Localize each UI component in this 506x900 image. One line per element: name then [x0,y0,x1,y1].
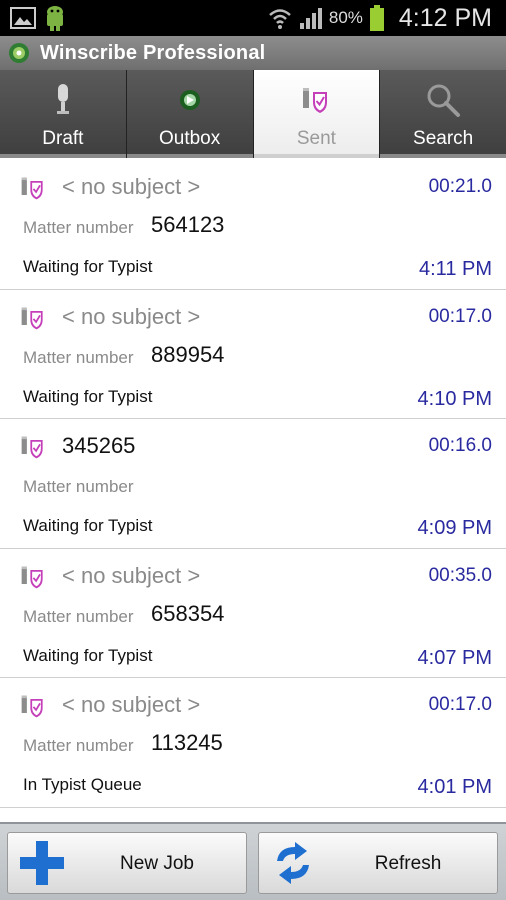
list-item[interactable]: < no subject > 00:35.0 Matter number 658… [0,548,506,678]
outbox-icon [179,90,200,110]
tab-underline [0,154,126,158]
sent-job-icon [21,307,43,329]
android-notification-icon [47,6,63,31]
list-item[interactable]: 345265 00:16.0 Matter number Waiting for… [0,419,506,549]
tab-underline [380,154,506,158]
job-status: In Typist Queue [23,775,142,794]
tab-sent[interactable]: Sent [253,70,381,158]
job-time: 4:11 PM [419,258,492,280]
clock: 4:12 PM [398,3,492,32]
bottom-action-bar: New Job Refresh [0,822,506,900]
status-bar: 80% 4:12 PM [0,0,506,36]
sent-jobs-list: < no subject > 00:21.0 Matter number 564… [0,160,506,808]
tab-label: Draft [42,128,84,149]
new-job-button[interactable]: New Job [7,832,247,894]
job-subject: < no subject > [62,303,201,329]
signal-icon [299,8,322,29]
matter-number-label: Matter number [23,477,134,496]
tab-search[interactable]: Search [380,70,506,158]
job-status: Waiting for Typist [23,257,153,276]
tab-underline [253,154,380,158]
list-item[interactable]: < no subject > 00:17.0 Matter number 113… [0,678,506,808]
matter-number-value: 658354 [151,600,225,626]
microphone-icon [56,84,69,114]
job-time: 4:10 PM [417,387,492,410]
sent-job-icon [21,566,43,588]
new-job-label: New Job [120,853,194,874]
search-icon [427,84,461,117]
job-time: 4:09 PM [417,517,492,539]
job-duration: 00:16.0 [428,435,492,456]
sent-icon [303,88,328,113]
job-time: 4:01 PM [417,776,492,798]
job-subject: < no subject > [62,692,201,717]
refresh-label: Refresh [374,853,442,874]
tab-underline [126,154,253,158]
job-subject: < no subject > [62,174,201,199]
wifi-icon [269,9,291,29]
matter-number-value: 113245 [151,730,223,755]
app-title-bar: Winscribe Professional [0,36,506,70]
job-status: Waiting for Typist [23,645,153,665]
job-subject: 345265 [62,433,136,458]
job-status: Waiting for Typist [23,386,153,406]
tab-outbox[interactable]: Outbox [126,70,254,158]
job-duration: 00:17.0 [428,694,492,715]
battery-percent: 80% [328,8,363,27]
job-duration: 00:35.0 [428,564,492,586]
matter-number-label: Matter number [23,606,134,626]
job-time: 4:07 PM [417,646,492,669]
app-title: Winscribe Professional [40,41,266,64]
tab-label: Search [413,128,474,149]
job-status: Waiting for Typist [23,516,153,535]
matter-number-label: Matter number [23,347,134,367]
job-duration: 00:17.0 [428,305,492,327]
app-logo-icon [9,43,29,63]
sent-job-icon [21,177,43,200]
job-subject: < no subject > [62,562,201,588]
sent-job-icon [21,695,43,718]
job-duration: 00:21.0 [428,176,492,197]
refresh-button[interactable]: Refresh [258,832,498,894]
matter-number-value: 564123 [151,212,225,237]
tab-bar: Draft Outbox Sent Search [0,70,506,158]
matter-number-value: 889954 [151,341,225,367]
gallery-notification-icon [10,7,36,29]
matter-number-label: Matter number [23,736,134,755]
tab-label: Sent [296,128,336,149]
sent-job-icon [21,436,43,459]
tab-draft[interactable]: Draft [0,70,127,158]
battery-icon [369,5,384,31]
tab-label: Outbox [158,128,221,149]
list-item[interactable]: < no subject > 00:17.0 Matter number 889… [0,289,506,419]
matter-number-label: Matter number [23,218,134,237]
list-item[interactable]: < no subject > 00:21.0 Matter number 564… [0,160,506,290]
